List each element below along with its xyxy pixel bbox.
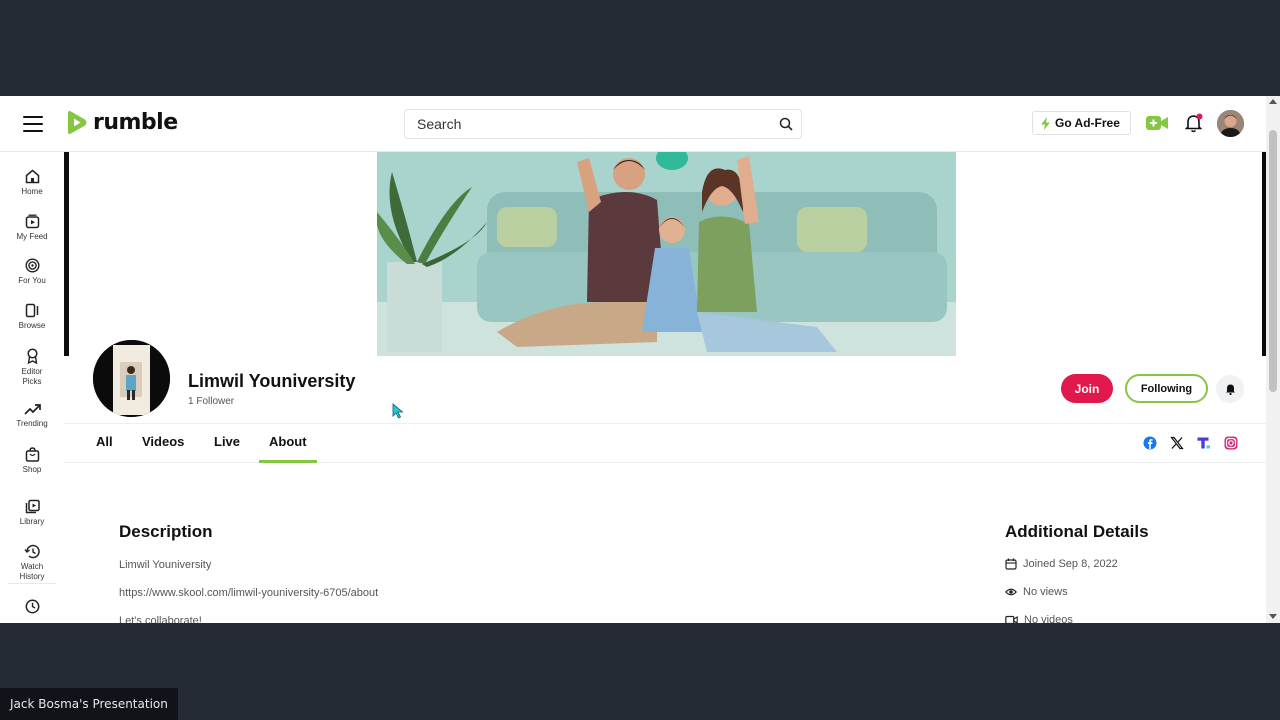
scroll-up-arrow-icon[interactable]: [1269, 99, 1277, 104]
joined-date-text: Joined Sep 8, 2022: [1023, 558, 1118, 570]
tab-all[interactable]: All: [96, 434, 113, 449]
shop-icon: [25, 447, 39, 462]
sidebar-item-watch-later[interactable]: [0, 599, 64, 617]
following-button[interactable]: Following: [1125, 374, 1208, 403]
sidebar-label: Editor Picks: [21, 367, 43, 386]
upload-video-icon[interactable]: [1146, 115, 1168, 136]
channel-avatar[interactable]: [91, 338, 172, 419]
trending-icon: [23, 404, 41, 415]
view-count: No views: [1005, 586, 1068, 598]
search-input[interactable]: [405, 110, 771, 138]
user-avatar[interactable]: [1217, 110, 1244, 137]
instagram-icon[interactable]: [1224, 436, 1238, 450]
sidebar-item-browse[interactable]: Browse: [0, 303, 64, 331]
channel-notifications-button[interactable]: [1216, 375, 1244, 403]
channel-banner-image: [377, 152, 956, 356]
top-header: rumble Go Ad-Free: [0, 96, 1266, 152]
view-count-text: No views: [1023, 586, 1068, 598]
x-twitter-icon[interactable]: [1170, 436, 1184, 450]
go-ad-free-label: Go Ad-Free: [1055, 116, 1120, 130]
banner-edge-left: [64, 152, 69, 356]
sidebar-item-watch-history[interactable]: Watch History: [0, 544, 64, 582]
sidebar-label: For You: [18, 276, 46, 285]
home-icon: [25, 169, 39, 184]
join-button[interactable]: Join: [1061, 374, 1113, 403]
tab-about[interactable]: About: [269, 434, 307, 449]
joined-date: Joined Sep 8, 2022: [1005, 558, 1118, 570]
presenter-label: Jack Bosma's Presentation: [0, 688, 178, 720]
sidebar-item-library[interactable]: Library: [0, 499, 64, 527]
go-ad-free-button[interactable]: Go Ad-Free: [1032, 111, 1131, 135]
left-sidebar: Home My Feed For You Browse Editor Picks…: [0, 152, 64, 623]
browser-viewport: rumble Go Ad-Free Home My Feed: [0, 96, 1280, 623]
follower-count: 1 Follower: [188, 396, 235, 407]
scrollbar-thumb[interactable]: [1269, 130, 1277, 392]
award-icon: [26, 348, 38, 364]
sidebar-item-for-you[interactable]: For You: [0, 258, 64, 286]
additional-details-heading: Additional Details: [1005, 522, 1149, 541]
scroll-down-arrow-icon[interactable]: [1269, 614, 1277, 619]
sidebar-label: Watch History: [19, 562, 45, 581]
sidebar-label: Home: [21, 187, 43, 196]
sidebar-item-shop[interactable]: Shop: [0, 447, 64, 475]
sidebar-item-editor-picks[interactable]: Editor Picks: [0, 348, 64, 387]
video-count: No videos: [1005, 614, 1073, 623]
history-icon: [24, 544, 40, 559]
description-link[interactable]: https://www.skool.com/limwil-youniversit…: [119, 587, 378, 599]
description-heading: Description: [119, 522, 213, 541]
truth-social-icon[interactable]: [1197, 436, 1211, 450]
rumble-logo-icon: [68, 111, 87, 134]
tab-videos[interactable]: Videos: [142, 434, 184, 449]
sidebar-label: Shop: [22, 465, 42, 474]
video-count-text: No videos: [1024, 614, 1073, 623]
search-icon[interactable]: [771, 110, 801, 138]
sidebar-label: Trending: [16, 419, 48, 428]
active-tab-indicator: [259, 460, 317, 463]
lightning-icon: [1041, 116, 1050, 130]
brand-name: rumble: [93, 110, 178, 135]
notifications-bell-icon[interactable]: [1184, 113, 1203, 138]
channel-tabs: All Videos Live About: [64, 423, 1266, 463]
tab-live[interactable]: Live: [214, 434, 240, 449]
bell-icon: [1225, 384, 1235, 395]
page-scrollbar[interactable]: [1266, 96, 1280, 623]
search-bar: [404, 109, 802, 139]
mouse-cursor-icon: [392, 403, 404, 419]
sidebar-label: Library: [19, 517, 45, 526]
eye-icon: [1005, 588, 1017, 596]
library-icon: [25, 499, 40, 514]
sidebar-item-trending[interactable]: Trending: [0, 403, 64, 429]
description-text: Let's collaborate!: [119, 615, 202, 623]
facebook-icon[interactable]: [1143, 436, 1157, 450]
rumble-logo[interactable]: rumble: [64, 110, 178, 135]
channel-name: Limwil Youniversity: [188, 371, 356, 391]
sidebar-divider: [8, 583, 56, 584]
calendar-icon: [1005, 558, 1017, 570]
menu-icon[interactable]: [23, 116, 43, 132]
sidebar-label: My Feed: [16, 232, 48, 241]
sidebar-item-home[interactable]: Home: [0, 169, 64, 197]
sidebar-item-my-feed[interactable]: My Feed: [0, 214, 64, 242]
sidebar-label: Browse: [18, 321, 46, 330]
browse-icon: [25, 303, 38, 318]
video-camera-icon: [1005, 615, 1018, 623]
target-icon: [24, 258, 40, 273]
clock-icon: [25, 599, 39, 614]
feed-icon: [25, 214, 39, 229]
description-text: Limwil Youniversity: [119, 559, 212, 571]
